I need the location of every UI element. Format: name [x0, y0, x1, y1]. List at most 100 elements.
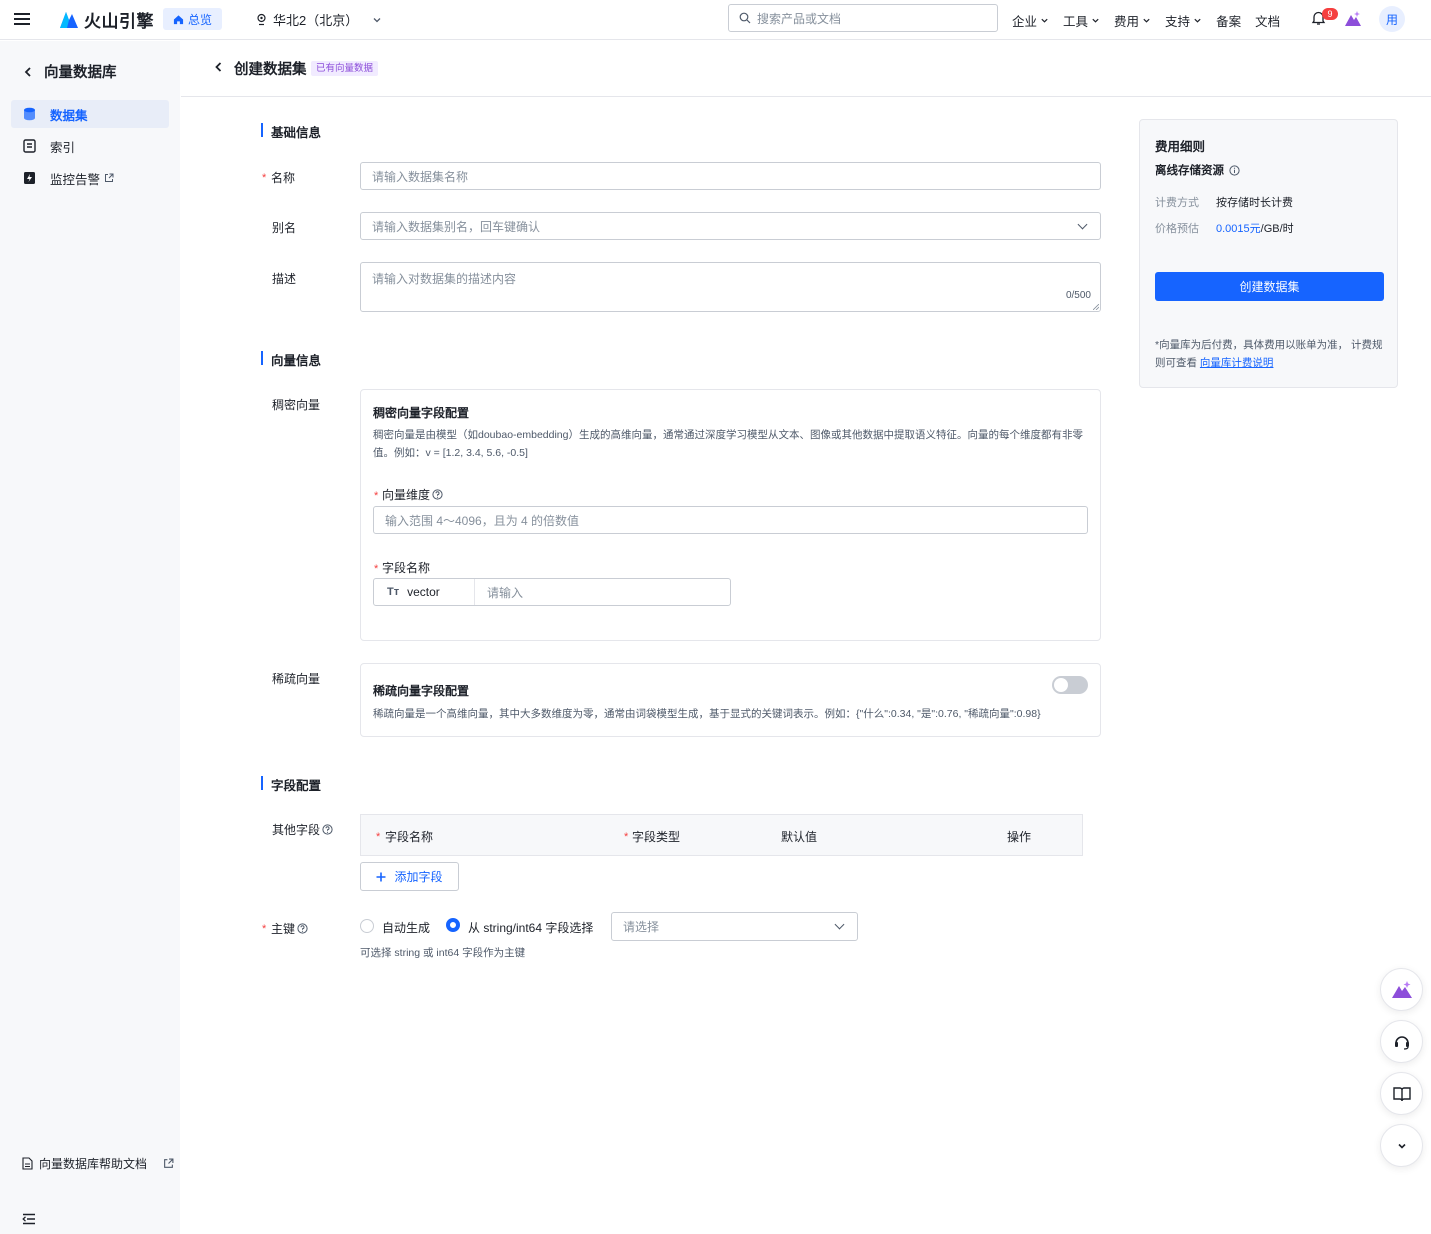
chevron-down-icon	[1194, 18, 1201, 23]
dataset-alias-input[interactable]: 请输入数据集别名，回车键确认	[360, 212, 1101, 240]
nav-enterprise[interactable]: 企业	[1012, 11, 1049, 30]
required-mark: *	[624, 831, 629, 843]
price-unit: /GB/时	[1260, 223, 1294, 235]
sidebar: 向量数据库 数据集 索引 监控告警 向量数据库帮助文档	[0, 41, 180, 1234]
overview-button[interactable]: 总览	[163, 8, 223, 30]
pk-select-radio[interactable]	[446, 918, 460, 932]
nav-filing[interactable]: 备案	[1216, 11, 1241, 30]
other-fields-label-wrap: 其他字段	[272, 821, 333, 838]
fee-title: 费用细则	[1155, 140, 1206, 154]
nav-billing[interactable]: 费用	[1114, 11, 1151, 30]
dense-vector-card-title: 稠密向量字段配置	[373, 406, 470, 420]
dataset-description-placeholder: 请输入对数据集的描述内容	[372, 272, 517, 286]
billing-doc-link[interactable]: 向量库计费说明	[1200, 357, 1274, 369]
hamburger-menu-icon[interactable]	[14, 11, 30, 27]
collapse-sidebar-icon[interactable]	[22, 1213, 36, 1225]
field-name-label: 字段名称	[382, 561, 431, 575]
dataset-name-placeholder: 请输入数据集名称	[372, 169, 469, 184]
price-estimate-value: 0.0015元/GB/时	[1216, 220, 1294, 236]
pk-field-select-placeholder: 请选择	[623, 920, 660, 934]
book-icon	[1392, 1086, 1411, 1101]
dense-vector-label: 稠密向量	[272, 398, 321, 412]
required-mark: *	[374, 490, 379, 502]
field-type-prefix: Tт vector	[374, 579, 475, 605]
top-bar: 火山引擎 总览 华北2（北京） 搜索产品或文档 企业 工具 费用 支持 备案 文…	[0, 0, 1431, 40]
page-title: 创建数据集	[234, 62, 307, 78]
sidebar-item-monitoring[interactable]: 监控告警	[11, 164, 169, 192]
chevron-down-icon	[1041, 18, 1048, 23]
resize-handle-icon[interactable]	[1093, 304, 1099, 310]
column-field-name: 字段名称	[385, 830, 434, 844]
description-char-count: 0/500	[1065, 290, 1091, 301]
top-nav: 企业 工具 费用 支持 备案 文档	[1012, 11, 1280, 30]
existing-vector-tag: 已有向量数据	[311, 61, 379, 76]
region-selector[interactable]: 华北2（北京）	[256, 10, 382, 29]
plus-icon	[376, 872, 386, 881]
info-icon[interactable]	[1229, 164, 1240, 176]
nav-support-label: 支持	[1165, 15, 1191, 29]
ai-assistant-float-button[interactable]	[1380, 968, 1423, 1011]
chevron-down-icon	[1077, 219, 1088, 230]
column-field-type: 字段类型	[632, 830, 681, 844]
required-mark: *	[376, 831, 381, 843]
chevron-down-icon	[373, 17, 381, 22]
index-icon	[23, 139, 36, 153]
alert-icon	[24, 172, 35, 184]
add-field-button[interactable]: 添加字段	[360, 862, 459, 891]
expand-float-button[interactable]	[1380, 1124, 1423, 1167]
pk-auto-label[interactable]: 自动生成	[382, 919, 430, 936]
sparse-vector-label: 稀疏向量	[272, 672, 321, 686]
other-fields-label: 其他字段	[272, 823, 321, 837]
chevron-down-icon	[1143, 18, 1150, 23]
required-mark: *	[374, 563, 379, 575]
sidebar-header[interactable]: 向量数据库	[22, 61, 117, 82]
price-estimate-key: 价格预估	[1155, 223, 1199, 235]
ai-assistant-icon[interactable]	[1344, 10, 1362, 28]
back-arrow-icon[interactable]	[213, 61, 224, 73]
dataset-name-input[interactable]: 请输入数据集名称	[360, 162, 1101, 190]
pk-auto-radio[interactable]	[360, 919, 374, 933]
sidebar-item-datasets[interactable]: 数据集	[11, 100, 169, 128]
brand-logo[interactable]: 火山引擎	[58, 6, 154, 32]
pk-field-select[interactable]: 请选择	[611, 912, 858, 941]
customer-service-float-button[interactable]	[1380, 1020, 1423, 1063]
ai-assistant-icon	[1391, 980, 1412, 998]
search-placeholder: 搜索产品或文档	[757, 11, 842, 26]
vector-dimension-placeholder: 输入范围 4～4096，且为 4 的倍数值	[385, 513, 580, 528]
nav-support[interactable]: 支持	[1165, 11, 1202, 30]
fee-note: *向量库为后付费，具体费用以账单为准， 计费规则可查看 向量库计费说明	[1155, 336, 1387, 372]
fee-details-panel: 费用细则 离线存储资源 计费方式 按存储时长计费 价格预估 0.0015元/GB…	[1139, 119, 1398, 388]
document-icon	[22, 1157, 33, 1170]
nav-docs-label: 文档	[1255, 15, 1281, 29]
nav-tools-label: 工具	[1063, 15, 1089, 29]
chevron-down-icon	[834, 919, 845, 930]
database-icon	[24, 107, 35, 121]
primary-key-label-wrap: 主键	[271, 920, 308, 937]
global-search-input[interactable]: 搜索产品或文档	[728, 4, 998, 32]
help-circle-icon[interactable]	[297, 923, 308, 934]
dataset-description-textarea[interactable]: 请输入对数据集的描述内容 0/500	[360, 262, 1101, 312]
pk-select-label[interactable]: 从 string/int64 字段选择	[468, 919, 593, 936]
nav-docs[interactable]: 文档	[1255, 11, 1280, 30]
location-pin-icon	[257, 13, 266, 26]
create-dataset-button[interactable]: 创建数据集	[1155, 272, 1384, 301]
region-label: 华北2（北京）	[273, 13, 359, 28]
help-docs-link[interactable]: 向量数据库帮助文档	[22, 1155, 174, 1172]
chevron-down-icon	[1092, 18, 1099, 23]
external-link-icon	[105, 173, 114, 182]
help-circle-icon[interactable]	[432, 489, 443, 500]
fee-subtitle: 离线存储资源	[1155, 165, 1224, 177]
add-field-label: 添加字段	[394, 870, 443, 884]
sparse-vector-toggle[interactable]	[1052, 676, 1088, 694]
docs-float-button[interactable]	[1380, 1072, 1423, 1115]
user-avatar[interactable]: 用	[1379, 6, 1405, 32]
sidebar-item-index[interactable]: 索引	[11, 132, 169, 160]
pk-hint: 可选择 string 或 int64 字段作为主键	[360, 947, 526, 959]
vector-dimension-input[interactable]: 输入范围 4～4096，且为 4 的倍数值	[373, 506, 1088, 534]
help-circle-icon[interactable]	[322, 824, 333, 835]
nav-tools[interactable]: 工具	[1063, 11, 1100, 30]
price-amount: 0.0015元	[1216, 223, 1261, 235]
fee-subtitle-wrap: 离线存储资源	[1155, 162, 1240, 178]
headset-icon	[1394, 1035, 1409, 1050]
vector-field-name-input[interactable]: 请输入	[475, 584, 523, 601]
